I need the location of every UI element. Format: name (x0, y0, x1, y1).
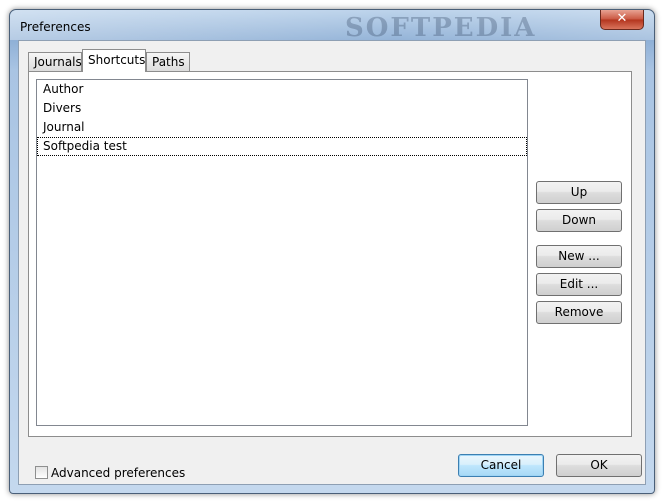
dialog-body: Journals Shortcuts Paths Author Divers J… (18, 40, 646, 485)
list-item[interactable]: Divers (37, 99, 527, 118)
list-item[interactable]: Journal (37, 118, 527, 137)
new-button[interactable]: New ... (536, 245, 622, 268)
close-button[interactable]: ✕ (600, 10, 644, 30)
list-item[interactable]: Softpedia test (37, 137, 527, 156)
shortcuts-list[interactable]: Author Divers Journal Softpedia test (36, 79, 528, 426)
window-title: Preferences (20, 20, 91, 34)
preferences-window: Preferences SOFTPEDIA ✕ Journals Shortcu… (9, 9, 655, 494)
title-bar[interactable]: Preferences SOFTPEDIA ✕ (10, 10, 654, 43)
close-icon: ✕ (616, 11, 628, 26)
tab-shortcuts[interactable]: Shortcuts (82, 49, 146, 72)
up-button[interactable]: Up (536, 181, 622, 204)
ok-button[interactable]: OK (556, 454, 642, 477)
remove-button[interactable]: Remove (536, 301, 622, 324)
advanced-preferences-label[interactable]: Advanced preferences (51, 465, 185, 481)
tab-paths[interactable]: Paths (146, 52, 190, 71)
list-item[interactable]: Author (37, 80, 527, 99)
tab-journals[interactable]: Journals (28, 52, 82, 71)
softpedia-watermark: SOFTPEDIA (345, 13, 537, 43)
edit-button[interactable]: Edit ... (536, 273, 622, 296)
advanced-preferences-checkbox[interactable] (35, 466, 48, 479)
shortcuts-panel: Author Divers Journal Softpedia test Up … (28, 71, 632, 437)
down-button[interactable]: Down (536, 209, 622, 232)
cancel-button[interactable]: Cancel (458, 454, 544, 477)
